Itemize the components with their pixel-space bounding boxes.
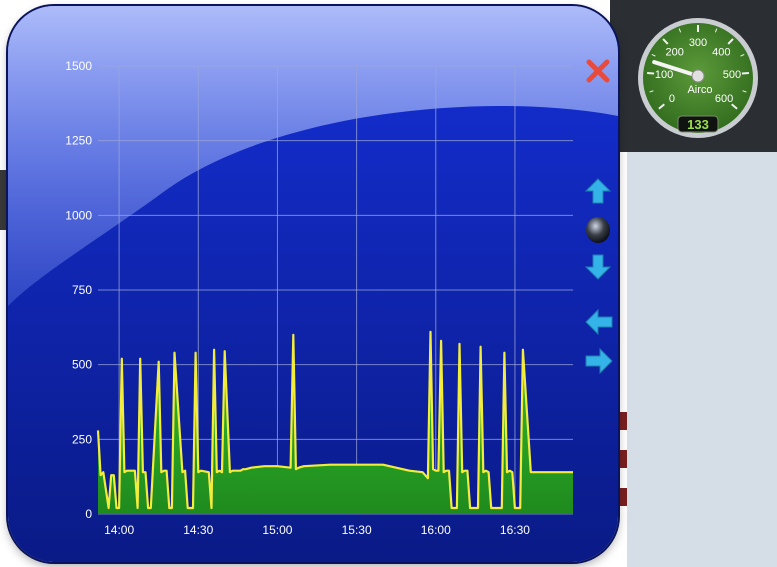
arrow-right-icon[interactable] (585, 348, 613, 374)
edge-marker (619, 450, 627, 468)
gauge-tick-label: 400 (712, 46, 730, 58)
gauge-hub (691, 69, 705, 83)
x-tick-label: 16:30 (500, 523, 530, 537)
gauge-label: Airco (687, 84, 712, 96)
y-tick-label: 1000 (65, 208, 92, 222)
gloss-highlight (8, 6, 618, 306)
gauge-tick-label: 500 (723, 69, 741, 81)
y-tick-label: 1500 (65, 59, 92, 73)
edge-marker (619, 412, 627, 430)
y-tick-label: 0 (85, 507, 92, 521)
x-tick-label: 14:00 (104, 523, 134, 537)
arrow-down-icon[interactable] (585, 254, 611, 280)
x-tick-label: 15:00 (262, 523, 292, 537)
gauge-tick-label: 0 (669, 93, 675, 105)
x-tick-label: 15:30 (342, 523, 372, 537)
center-dot-icon[interactable] (585, 216, 611, 244)
desktop-side-panel (627, 152, 777, 567)
arrow-left-icon[interactable] (585, 309, 613, 335)
y-tick-label: 1250 (65, 134, 92, 148)
x-tick-label: 14:30 (183, 523, 213, 537)
chart-popup: 0 250 500 750 1000 1250 1500 14:00 14:30 15:00 15:… (8, 6, 618, 562)
edge-marker (619, 488, 627, 506)
power-chart: 0 250 500 750 1000 1250 1500 14:00 14:30 15:00 15:… (8, 6, 618, 537)
arrow-up-icon[interactable] (585, 178, 611, 204)
y-tick-label: 500 (72, 358, 92, 372)
gauge-tick-label: 300 (689, 37, 707, 49)
gauge-tick-label: 100 (655, 69, 673, 81)
gauge-tick-label: 600 (715, 93, 733, 105)
y-tick-label: 250 (72, 432, 92, 446)
y-tick-label: 750 (72, 283, 92, 297)
gauge-tick-label: 200 (665, 46, 683, 58)
close-x-icon[interactable] (585, 58, 611, 84)
airco-gauge: 0 100 200 300 400 500 600 Airco 133 (638, 18, 758, 138)
gauge-value: 133 (687, 117, 709, 132)
x-tick-label: 16:00 (421, 523, 451, 537)
